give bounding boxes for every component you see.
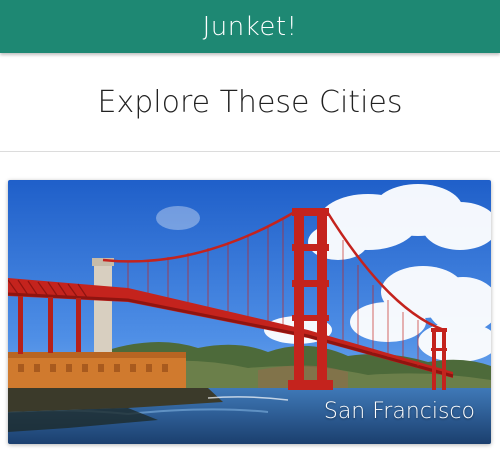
- city-name: San Francisco: [323, 399, 475, 424]
- app-title[interactable]: Junket!: [203, 12, 298, 42]
- page-title: Explore These Cities: [97, 84, 403, 120]
- city-card-san-francisco[interactable]: San Francisco: [8, 180, 491, 444]
- app-bar: Junket!: [0, 0, 500, 53]
- divider: [0, 151, 500, 152]
